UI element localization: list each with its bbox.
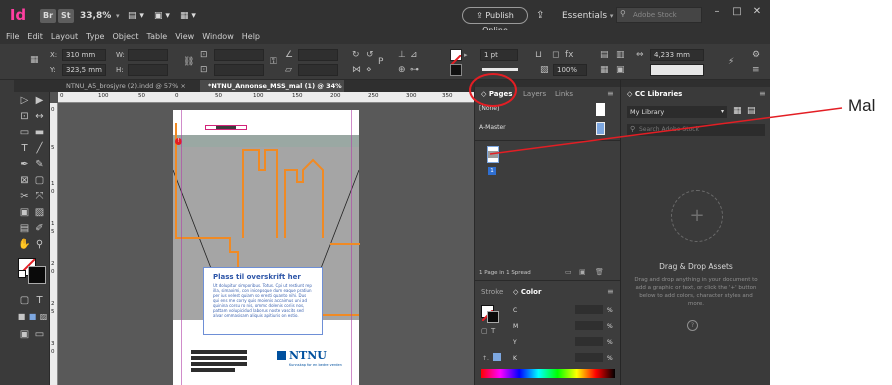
annotation-arrow bbox=[489, 107, 843, 155]
annotation-layer bbox=[489, 107, 843, 155]
annotation-label: Mal bbox=[848, 96, 876, 115]
